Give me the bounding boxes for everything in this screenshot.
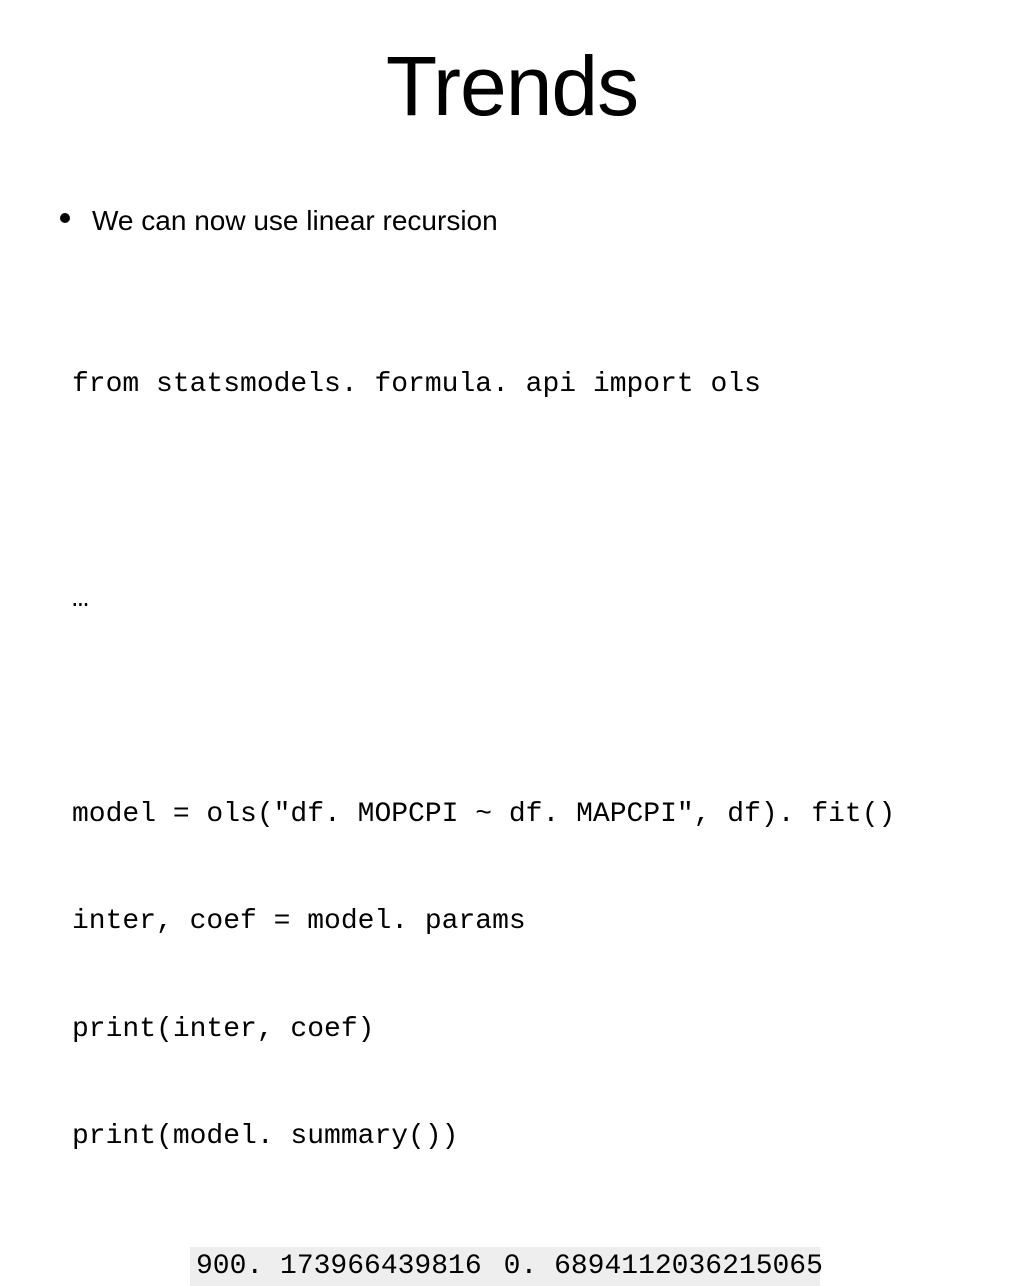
bullet-dot-icon [60,213,70,223]
code-line: print(inter, coef) [72,1012,1024,1048]
code-line: from statsmodels. formula. api import ol… [72,367,1024,403]
output-value-1: 900. 173966439816 [196,1251,482,1282]
code-line: inter, coef = model. params [72,904,1024,940]
output-value-2: 0. 6894112036215065 [504,1251,823,1282]
slide-title: Trends [0,38,1024,135]
code-ellipsis: … [72,582,1024,618]
code-line: model = ols("df. MOPCPI ~ df. MAPCPI", d… [72,797,1024,833]
code-line: print(model. summary()) [72,1119,1024,1155]
code-blank-line [72,474,1024,510]
code-block: from statsmodels. formula. api import ol… [72,295,1024,1191]
bullet-item: We can now use linear recursion [60,205,1024,237]
bullet-text: We can now use linear recursion [92,205,498,237]
output-block: 900. 173966439816 0. 6894112036215065 [190,1247,820,1286]
code-blank-line [72,689,1024,725]
